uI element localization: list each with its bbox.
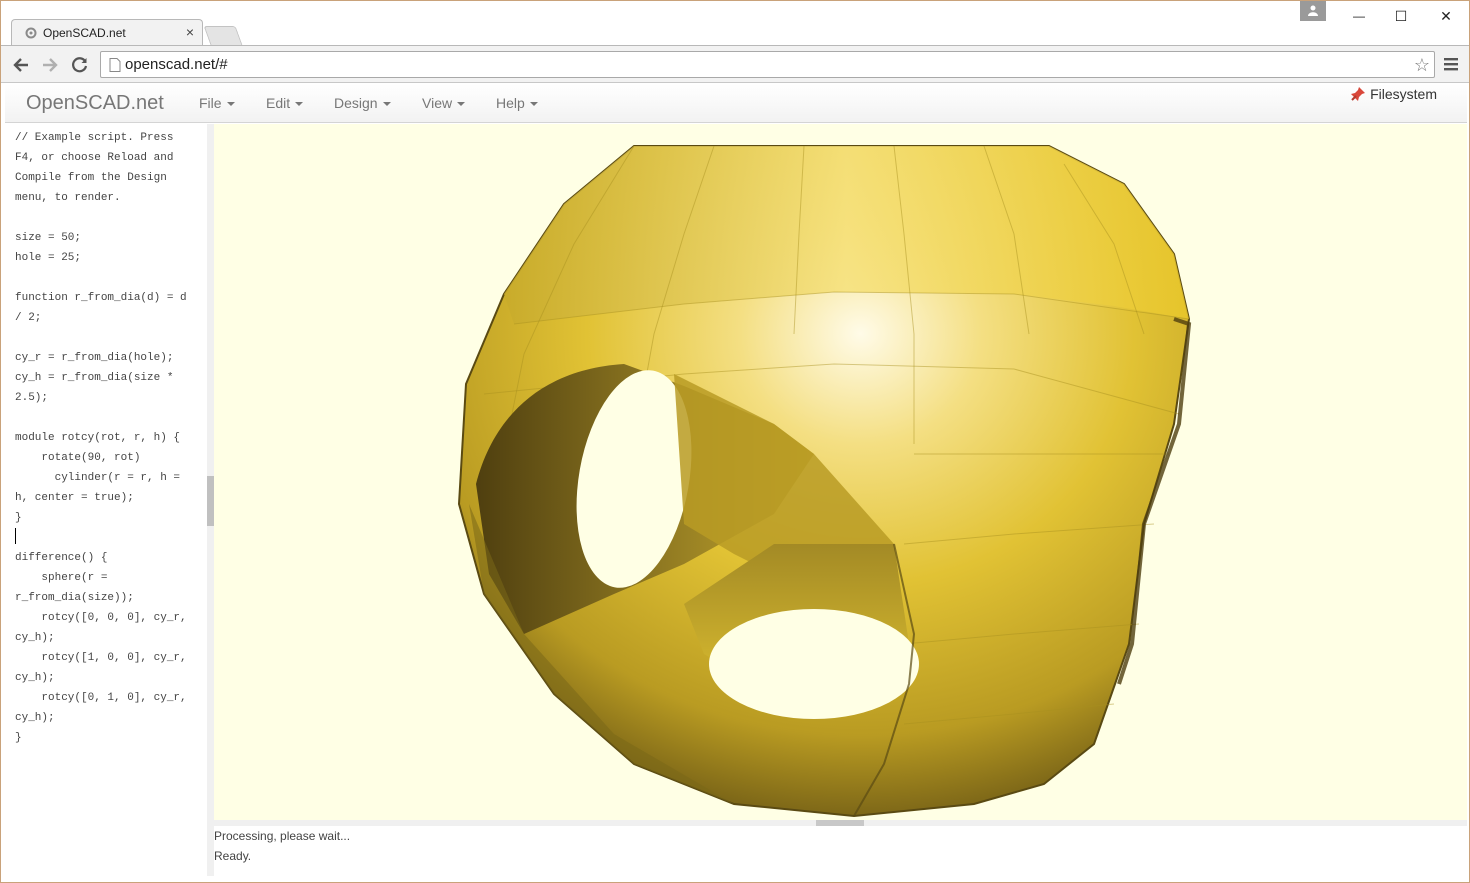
title-bar: OpenSCAD.net × — ☐ ✕ bbox=[1, 1, 1469, 46]
menu-edit[interactable]: Edit bbox=[266, 95, 304, 111]
code-line: Compile from the Design bbox=[15, 172, 167, 184]
arrow-left-icon bbox=[13, 58, 28, 72]
console-output: Processing, please wait... Ready. bbox=[214, 826, 1467, 876]
close-window-button[interactable]: ✕ bbox=[1423, 1, 1469, 31]
code-line: cy_r = r_from_dia(hole); bbox=[15, 352, 174, 364]
code-line: cy_h); bbox=[15, 672, 55, 684]
reload-button[interactable] bbox=[68, 53, 92, 77]
code-line: hole = 25; bbox=[15, 252, 82, 264]
minimize-icon: — bbox=[1353, 9, 1365, 23]
code-line: } bbox=[15, 512, 22, 524]
code-line: cylinder(r = r, h = bbox=[15, 472, 181, 484]
gear-icon bbox=[25, 27, 37, 39]
tab-close-icon[interactable]: × bbox=[186, 24, 194, 40]
menu-design-label: Design bbox=[334, 95, 378, 111]
menu-edit-label: Edit bbox=[266, 95, 291, 111]
new-tab-button[interactable] bbox=[203, 26, 243, 45]
code-line: // Example script. Press bbox=[15, 132, 174, 144]
maximize-icon: ☐ bbox=[1394, 7, 1408, 24]
bottom-hole bbox=[709, 609, 919, 719]
close-icon: ✕ bbox=[1440, 7, 1452, 24]
code-line: cy_h); bbox=[15, 712, 55, 724]
code-line: menu, to render. bbox=[15, 192, 121, 204]
code-line: F4, or choose Reload and bbox=[15, 152, 174, 164]
code-line: } bbox=[15, 732, 22, 744]
code-lines: // Example script. Press F4, or choose Re… bbox=[5, 128, 206, 748]
3d-viewport[interactable] bbox=[214, 124, 1467, 820]
menu-view[interactable]: View bbox=[422, 95, 466, 111]
code-line: rotcy([0, 0, 0], cy_r, bbox=[15, 612, 187, 624]
code-line: rotcy([0, 1, 0], cy_r, bbox=[15, 692, 187, 704]
page-icon bbox=[109, 58, 121, 72]
code-line: 2.5); bbox=[15, 392, 49, 404]
address-bar[interactable]: ☆ bbox=[100, 51, 1435, 78]
forward-button[interactable] bbox=[38, 53, 62, 77]
pin-icon bbox=[1351, 87, 1366, 101]
code-line: cy_h = r_from_dia(size * bbox=[15, 372, 174, 384]
code-line: function r_from_dia(d) = d bbox=[15, 292, 187, 304]
code-line: cy_h); bbox=[15, 632, 55, 644]
code-line: size = 50; bbox=[15, 232, 82, 244]
rendered-model bbox=[457, 145, 1192, 818]
maximize-button[interactable]: ☐ bbox=[1378, 1, 1424, 31]
user-icon bbox=[1308, 5, 1318, 16]
caret-down-icon bbox=[457, 102, 466, 107]
minimize-button[interactable]: — bbox=[1336, 1, 1382, 31]
menu-view-label: View bbox=[422, 95, 453, 111]
menu-file[interactable]: File bbox=[199, 95, 235, 111]
editor-splitter-handle[interactable] bbox=[207, 476, 214, 526]
caret-down-icon bbox=[529, 102, 538, 107]
menu-file-label: File bbox=[199, 95, 222, 111]
code-line: h, center = true); bbox=[15, 492, 134, 504]
app-brand[interactable]: OpenSCAD.net bbox=[26, 92, 164, 115]
browser-tab[interactable]: OpenSCAD.net × bbox=[11, 19, 203, 46]
filesystem-link[interactable]: Filesystem bbox=[1350, 86, 1437, 102]
code-line: rotate(90, rot) bbox=[15, 452, 141, 464]
reload-icon bbox=[72, 57, 88, 73]
text-cursor bbox=[15, 528, 16, 544]
code-line: rotcy([1, 0, 0], cy_r, bbox=[15, 652, 187, 664]
caret-down-icon bbox=[226, 102, 235, 107]
tab-title: OpenSCAD.net bbox=[43, 26, 126, 40]
url-input[interactable] bbox=[125, 54, 1395, 75]
filesystem-label: Filesystem bbox=[1370, 86, 1437, 102]
hamburger-icon[interactable] bbox=[1442, 55, 1460, 73]
menu-design[interactable]: Design bbox=[334, 95, 391, 111]
app-navbar: OpenSCAD.net File Edit Design View Help … bbox=[5, 84, 1467, 123]
back-button[interactable] bbox=[9, 53, 33, 77]
console-line: Ready. bbox=[214, 849, 252, 863]
browser-toolbar: ☆ bbox=[1, 45, 1469, 83]
caret-down-icon bbox=[295, 102, 304, 107]
profile-button[interactable] bbox=[1300, 1, 1326, 21]
code-line: sphere(r = bbox=[15, 572, 108, 584]
code-line: / 2; bbox=[15, 312, 42, 324]
code-line: r_from_dia(size)); bbox=[15, 592, 134, 604]
code-line: module rotcy(rot, r, h) { bbox=[15, 432, 181, 444]
menu-help-label: Help bbox=[496, 95, 525, 111]
caret-down-icon bbox=[382, 102, 391, 107]
arrow-right-icon bbox=[43, 58, 58, 72]
code-editor[interactable]: // Example script. Press F4, or choose Re… bbox=[5, 124, 206, 876]
browser-window: OpenSCAD.net × — ☐ ✕ openscad.net/# ☆ Op… bbox=[0, 0, 1470, 883]
menu-help[interactable]: Help bbox=[496, 95, 538, 111]
code-line: difference() { bbox=[15, 552, 108, 564]
console-line: Processing, please wait... bbox=[214, 829, 351, 843]
star-icon[interactable]: ☆ bbox=[1414, 55, 1430, 76]
